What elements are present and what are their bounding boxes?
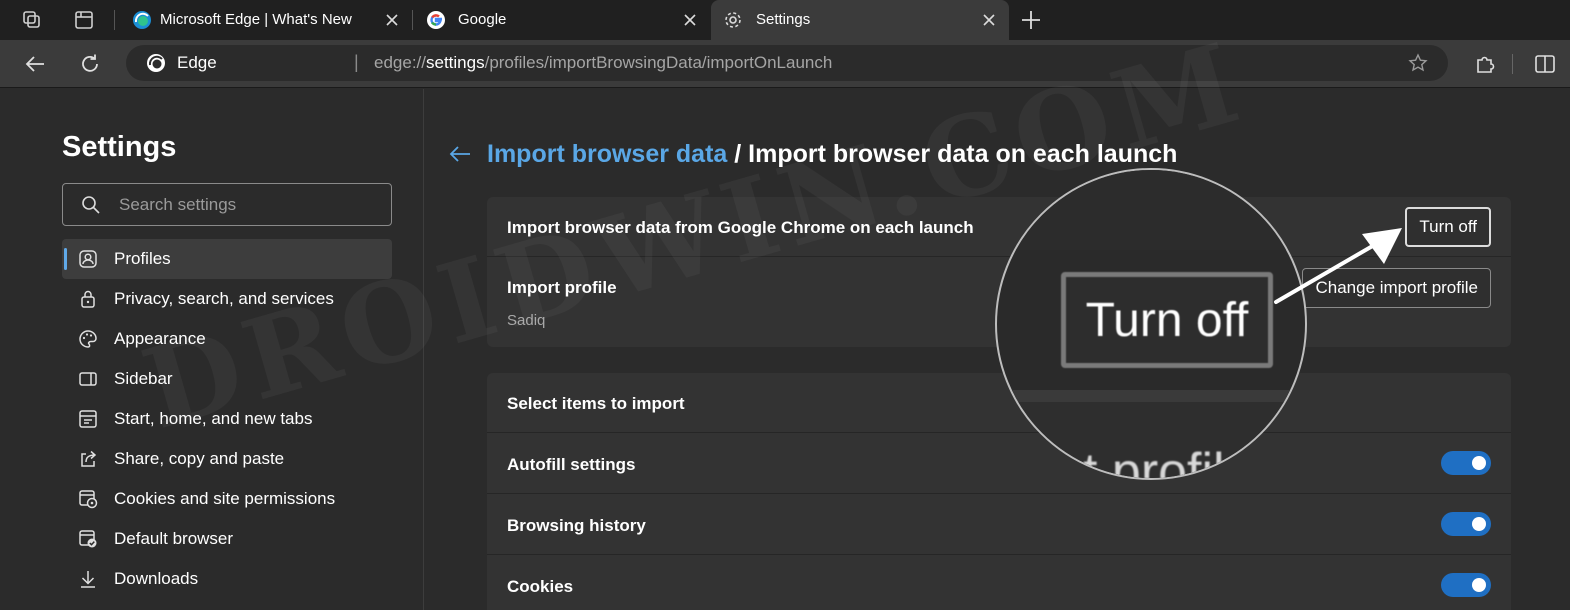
sidebar-icon	[78, 369, 98, 389]
cookies-toggle[interactable]	[1441, 573, 1491, 597]
edge-icon	[132, 10, 152, 30]
breadcrumb-link-import[interactable]: Import browser data	[487, 140, 727, 168]
address-divider: |	[354, 52, 359, 72]
sidebar-item-appearance[interactable]: Appearance	[62, 319, 392, 359]
sidebar-item-label: Cookies and site permissions	[114, 489, 336, 508]
page-title: Import browser data on each launch	[748, 140, 1178, 168]
magnified-text-fragment: t profil	[1083, 443, 1225, 480]
cookies-icon	[78, 489, 98, 509]
toggle-knob	[1472, 578, 1486, 592]
close-icon[interactable]	[384, 12, 400, 28]
refresh-button[interactable]	[78, 52, 102, 76]
home-tabs-icon	[78, 409, 98, 429]
sidebar-item-label: Default browser	[114, 529, 234, 548]
magnified-turn-off-button: Turn off	[1061, 272, 1273, 368]
import-profile-value: Sadiq	[507, 312, 546, 329]
favorite-star-icon[interactable]	[1408, 53, 1428, 73]
tab-actions-icon[interactable]	[72, 8, 96, 32]
close-icon[interactable]	[682, 12, 698, 28]
site-identity-label: Edge	[177, 53, 217, 72]
sidebar-item-label: Privacy, search, and services	[114, 289, 334, 308]
autofill-toggle[interactable]	[1441, 451, 1491, 475]
settings-sidebar: Settings Profiles Privacy, search, and s…	[0, 89, 424, 610]
import-on-launch-label: Import browser data from Google Chrome o…	[507, 218, 974, 237]
sidebar-item-downloads[interactable]: Downloads	[62, 559, 392, 599]
search-box[interactable]	[62, 183, 392, 226]
toggle-row-history: Browsing history	[487, 494, 1511, 555]
sidebar-item-sidebar[interactable]: Sidebar	[62, 359, 392, 399]
tab-strip: Microsoft Edge | What's New Google Setti…	[0, 0, 1570, 40]
import-profile-label: Import profile	[507, 278, 617, 297]
zoom-magnifier: Turn off t profil	[995, 168, 1307, 480]
search-input[interactable]	[119, 192, 379, 218]
select-items-label: Select items to import	[507, 394, 685, 413]
address-bar[interactable]: Edge | edge://settings/profiles/importBr…	[126, 45, 1448, 81]
breadcrumb: Import browser data / Import browser dat…	[487, 140, 1177, 169]
tab-separator	[412, 10, 413, 30]
url-text[interactable]: edge://settings/profiles/importBrowsingD…	[374, 53, 832, 73]
tab-edge-whats-new[interactable]: Microsoft Edge | What's New	[116, 0, 412, 40]
profile-icon	[78, 249, 98, 269]
back-arrow-icon[interactable]	[447, 141, 473, 167]
sidebar-item-label: Downloads	[114, 569, 199, 588]
sidebar-title: Settings	[62, 131, 177, 163]
toolbar-divider	[1512, 54, 1513, 74]
toggle-label: Cookies	[507, 577, 574, 596]
download-icon	[78, 569, 98, 589]
extensions-icon[interactable]	[1473, 52, 1497, 76]
tab-title: Microsoft Edge | What's New	[160, 11, 352, 28]
sidebar-item-default-browser[interactable]: Default browser	[62, 519, 392, 559]
tab-title: Google	[458, 11, 507, 28]
search-icon	[81, 195, 101, 215]
lock-icon	[78, 289, 98, 309]
split-screen-icon[interactable]	[1533, 52, 1557, 76]
browsing-history-toggle[interactable]	[1441, 512, 1491, 536]
tab-google[interactable]: Google	[414, 0, 710, 40]
magnifier-band	[997, 170, 1305, 250]
palette-icon	[78, 329, 98, 349]
sidebar-item-label: Share, copy and paste	[114, 449, 285, 468]
pointer-arrow-icon	[1274, 228, 1402, 304]
tab-title: Settings	[756, 11, 811, 28]
sidebar-item-cookies[interactable]: Cookies and site permissions	[62, 479, 392, 519]
sidebar-item-label: Sidebar	[114, 369, 173, 388]
tab-settings[interactable]: Settings	[711, 0, 1009, 40]
workspaces-icon[interactable]	[20, 8, 44, 32]
toggle-row-cookies: Cookies	[487, 555, 1511, 610]
sidebar-item-privacy[interactable]: Privacy, search, and services	[62, 279, 392, 319]
google-icon	[426, 10, 446, 30]
breadcrumb-separator: /	[727, 140, 749, 168]
sidebar-item-label: Start, home, and new tabs	[114, 409, 313, 428]
sidebar-item-profiles[interactable]: Profiles	[62, 239, 392, 279]
sidebar-item-start-home[interactable]: Start, home, and new tabs	[62, 399, 392, 439]
edge-logo-icon	[146, 53, 166, 73]
toggle-label: Browsing history	[507, 516, 646, 535]
back-button[interactable]	[23, 52, 47, 76]
browser-icon	[78, 529, 98, 549]
sidebar-item-label: Appearance	[114, 329, 206, 348]
new-tab-button[interactable]	[1018, 7, 1044, 33]
toolbar: Edge | edge://settings/profiles/importBr…	[0, 40, 1570, 88]
toggle-label: Autofill settings	[507, 455, 636, 474]
turn-off-button[interactable]: Turn off	[1405, 207, 1491, 247]
sidebar-item-label: Profiles	[114, 249, 171, 268]
magnifier-band	[997, 390, 1305, 402]
share-icon	[78, 449, 98, 469]
toggle-knob	[1472, 456, 1486, 470]
toggle-knob	[1472, 517, 1486, 531]
gear-icon	[723, 10, 743, 30]
sidebar-item-share[interactable]: Share, copy and paste	[62, 439, 392, 479]
close-icon[interactable]	[981, 12, 997, 28]
tab-separator	[114, 10, 115, 30]
